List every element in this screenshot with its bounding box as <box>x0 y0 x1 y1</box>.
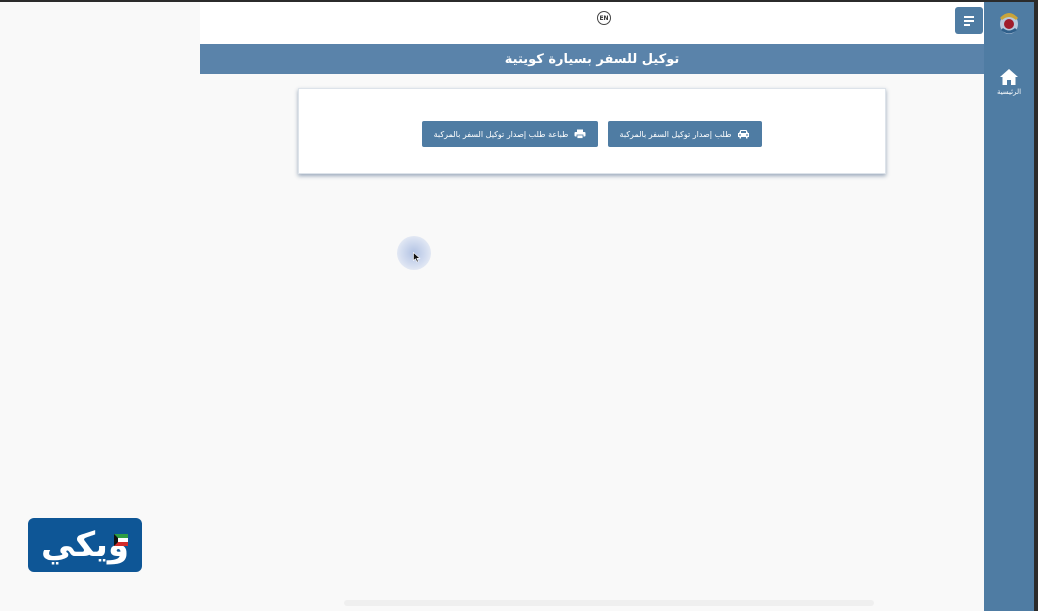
request-travel-authorization-button[interactable]: طلب إصدار توكيل السفر بالمركبة <box>608 121 762 147</box>
top-bar: EN <box>200 2 984 44</box>
printer-icon <box>574 129 586 139</box>
car-icon <box>738 130 750 139</box>
sidebar: الرئيسية <box>984 2 1034 611</box>
page-title: توكيل للسفر بسيارة كويتية <box>504 51 680 67</box>
menu-button[interactable] <box>955 7 983 34</box>
mouse-pointer-icon <box>413 252 421 263</box>
request-travel-authorization-label: طلب إصدار توكيل السفر بالمركبة <box>619 129 732 139</box>
hamburger-icon <box>964 15 974 26</box>
home-icon <box>1000 69 1018 85</box>
window-frame-right <box>1034 0 1038 611</box>
kuwait-flag-icon <box>114 534 128 546</box>
print-travel-authorization-label: طباعة طلب إصدار توكيل السفر بالمركبة <box>433 129 569 139</box>
language-toggle-button[interactable]: EN <box>597 11 611 25</box>
horizontal-scrollbar[interactable] <box>344 600 874 606</box>
page-title-bar: توكيل للسفر بسيارة كويتية <box>200 44 984 74</box>
sidebar-item-home[interactable]: الرئيسية <box>984 68 1034 108</box>
ministry-emblem-logo <box>1000 13 1018 34</box>
print-travel-authorization-button[interactable]: طباعة طلب إصدار توكيل السفر بالمركبة <box>422 121 598 147</box>
sidebar-item-home-label: الرئيسية <box>996 88 1022 96</box>
wiki-watermark-logo: ويكي <box>28 518 142 572</box>
actions-card: طلب إصدار توكيل السفر بالمركبة طباعة طلب… <box>298 88 886 174</box>
